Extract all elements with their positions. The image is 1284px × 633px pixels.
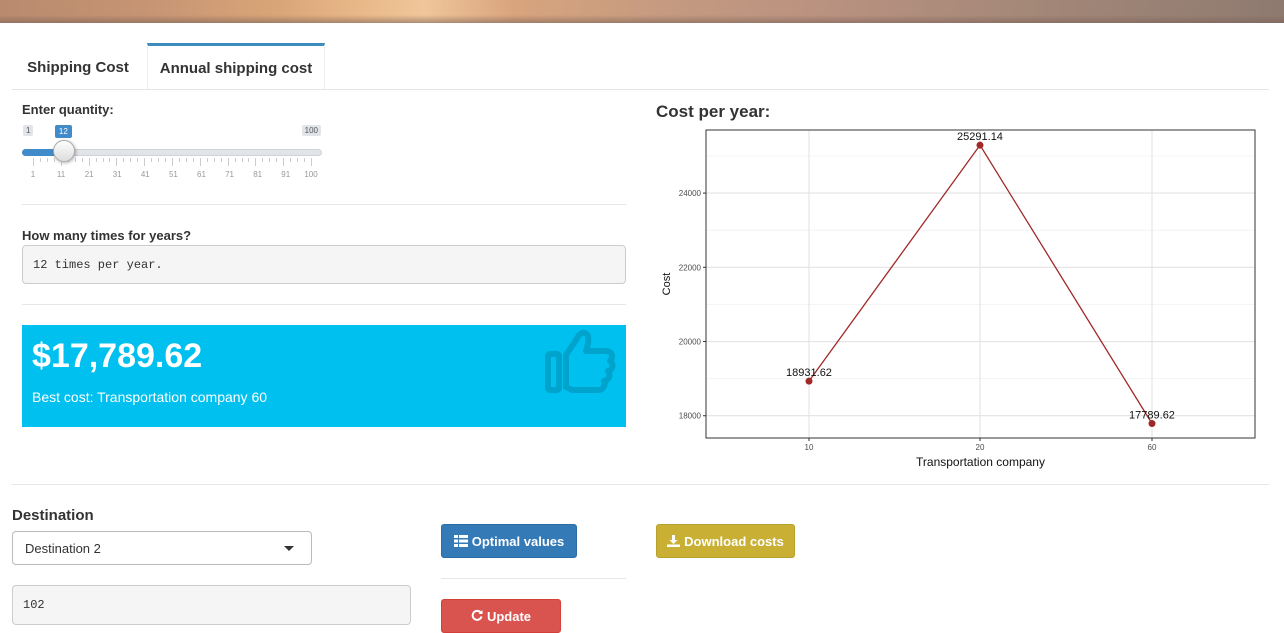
slider-max-label: 100	[301, 125, 321, 136]
x-tick-label: 60	[1148, 443, 1157, 452]
x-axis-label: Transportation company	[916, 455, 1045, 469]
slider-tick	[81, 158, 83, 162]
slider-tick	[255, 158, 257, 166]
slider-tick	[297, 158, 299, 162]
y-tick-label: 20000	[679, 338, 702, 347]
x-tick-label: 10	[805, 443, 814, 452]
slider-min-label: 1	[23, 125, 34, 136]
tab-shipping-cost[interactable]: Shipping Cost	[12, 43, 144, 88]
slider-tick	[213, 158, 215, 162]
slider-tick	[95, 158, 97, 162]
download-costs-label: Download costs	[684, 533, 784, 549]
thumbs-up-icon	[545, 329, 616, 393]
data-label: 18931.62	[786, 367, 832, 379]
slider-value-label: 12	[54, 125, 72, 138]
slider-grid-label: 91	[281, 170, 291, 179]
slider-grid-label: 61	[197, 170, 206, 179]
slider-grid-label: 41	[140, 170, 150, 179]
y-axis-label: Cost	[661, 273, 673, 296]
destination-select[interactable]: Destination 2	[12, 531, 312, 565]
slider-tick	[116, 158, 118, 166]
slider-tick	[311, 158, 312, 166]
header-banner	[0, 0, 1284, 23]
slider-tick	[172, 158, 173, 166]
divider	[22, 304, 626, 305]
slider-grid-label: 81	[253, 170, 263, 179]
slider-tick	[241, 158, 243, 162]
divider	[22, 204, 626, 205]
x-tick-label: 20	[976, 443, 985, 452]
slider-tick	[74, 158, 76, 162]
slider-tick	[33, 158, 34, 166]
frequency-output: 12 times per year.	[22, 245, 626, 284]
data-label: 17789.62	[1129, 410, 1175, 422]
destination-selected-value: Destination 2	[25, 541, 101, 556]
slider-tick	[178, 158, 180, 162]
slider-tick	[123, 158, 125, 162]
chevron-down-icon[interactable]	[284, 546, 294, 551]
slider-tick	[234, 158, 236, 162]
slider-tick	[151, 158, 153, 162]
y-tick-label: 24000	[679, 189, 702, 198]
slider-tick	[158, 158, 160, 162]
tab-bar: Shipping Cost Annual shipping cost	[12, 43, 1269, 90]
slider-tick	[304, 158, 306, 162]
slider-grid-label: 71	[225, 170, 235, 179]
slider-grid-label: 11	[56, 170, 66, 179]
slider-tick	[290, 158, 292, 162]
slider-grid-label: 51	[168, 170, 178, 179]
slider-grid-label: 21	[84, 170, 94, 179]
frequency-label: How many times for years?	[22, 228, 192, 243]
slider-tick	[144, 158, 146, 166]
refresh-icon	[471, 609, 483, 621]
slider-tick	[165, 158, 167, 162]
quantity-slider[interactable]: 1 12 100 1 11 21 31 41 51 61 71 81 91 100	[22, 124, 322, 184]
slider-handle[interactable]	[52, 140, 75, 162]
best-cost-subtitle: Best cost: Transportation company 60	[32, 389, 268, 405]
slider-tick	[269, 158, 271, 162]
y-tick-label: 22000	[679, 263, 702, 272]
slider-tick	[46, 158, 48, 162]
slider-tick	[206, 158, 208, 162]
slider-tick	[185, 158, 187, 162]
slider-tick	[88, 158, 90, 166]
slider-tick	[283, 158, 285, 166]
slider-grid-label: 1	[30, 170, 36, 179]
slider-tick	[262, 158, 264, 162]
cost-per-year-chart: 18931.62 25291.14 17789.62 18000 20000 22000…	[661, 129, 1256, 469]
best-cost-value: $17,789.62	[32, 337, 203, 375]
tab-annual-shipping-cost[interactable]: Annual shipping cost	[147, 43, 325, 89]
download-costs-button[interactable]: Download costs	[656, 524, 795, 558]
section-divider	[12, 484, 1269, 485]
slider-tick	[276, 158, 278, 162]
data-label: 25291.14	[957, 131, 1003, 143]
quantity-label: Enter quantity:	[22, 102, 114, 117]
slider-tick	[248, 158, 250, 162]
slider-tick	[227, 158, 229, 166]
slider-tick	[192, 158, 194, 162]
best-cost-value-box: $17,789.62 Best cost: Transportation com…	[22, 325, 626, 427]
y-tick-label: 18000	[679, 412, 702, 421]
slider-tick	[102, 158, 104, 162]
slider-grid-label: 31	[112, 170, 122, 179]
chart-title: Cost per year:	[656, 102, 771, 121]
optimal-values-button[interactable]: Optimal values	[441, 524, 577, 558]
update-label: Update	[486, 609, 532, 624]
slider-grid-labels: 1 11 21 31 41 51 61 71 81 91 100	[22, 170, 322, 180]
slider-tick	[137, 158, 139, 162]
destination-number-output: 102	[12, 585, 411, 625]
slider-tick	[39, 158, 41, 162]
download-icon	[667, 535, 681, 547]
update-button[interactable]: Update	[441, 599, 561, 633]
optimal-values-label: Optimal values	[471, 533, 565, 549]
destination-label: Destination	[12, 507, 94, 524]
divider	[441, 578, 626, 579]
slider-tick	[53, 158, 55, 162]
slider-tick	[220, 158, 222, 162]
table-icon	[453, 535, 468, 547]
slider-tick	[130, 158, 132, 162]
slider-tick	[199, 158, 201, 166]
slider-tick	[109, 158, 111, 162]
slider-grid-label: 100	[304, 170, 318, 179]
